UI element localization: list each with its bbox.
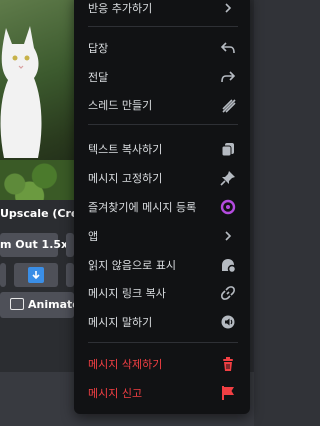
menu-item-label: 메시지 말하기 — [88, 316, 153, 329]
menu-item-label: 반응 추가하기 — [88, 2, 153, 15]
menu-item-reply[interactable]: 답장 — [82, 34, 242, 62]
menu-item-copy-text[interactable]: 텍스트 복사하기 — [82, 135, 242, 163]
menu-item-label: 메시지 삭제하기 — [88, 358, 163, 371]
menu-item-label: 스레드 만들기 — [88, 99, 153, 112]
menu-item-report-message[interactable]: 메시지 신고 — [82, 379, 242, 407]
copy-icon — [220, 141, 236, 157]
menu-item-label: 답장 — [88, 42, 109, 55]
menu-item-label: 메시지 링크 복사 — [88, 287, 166, 300]
menu-item-mark-unread[interactable]: 읽지 않음으로 표시 — [82, 251, 242, 279]
menu-item-bookmark[interactable]: 즐겨찾기에 메시지 등록 — [82, 193, 242, 221]
chevron-right-icon — [220, 0, 236, 16]
speaker-icon — [220, 314, 236, 330]
cat-figure — [0, 26, 42, 158]
chevron-right-icon — [220, 228, 236, 244]
animate-button[interactable]: Animate ( — [0, 292, 89, 318]
cat-image[interactable] — [0, 0, 74, 200]
menu-item-apps[interactable]: 앱 — [82, 222, 242, 250]
menu-separator — [88, 26, 238, 27]
menu-item-label: 전달 — [88, 71, 109, 84]
bookmark-icon — [220, 199, 236, 215]
menu-item-label: 읽지 않음으로 표시 — [88, 259, 176, 272]
arrow-down-button[interactable] — [14, 263, 58, 287]
menu-item-label: 즐겨찾기에 메시지 등록 — [88, 201, 197, 214]
forward-icon — [220, 69, 236, 85]
button-edge[interactable] — [66, 233, 74, 257]
menu-item-forward[interactable]: 전달 — [82, 63, 242, 91]
film-icon — [10, 298, 24, 310]
menu-separator — [88, 124, 238, 125]
menu-item-label: 텍스트 복사하기 — [88, 143, 163, 156]
button-edge-left[interactable] — [0, 263, 6, 287]
arrow-down-icon — [28, 267, 44, 283]
unread-icon — [220, 257, 236, 273]
menu-item-create-thread[interactable]: 스레드 만들기 — [82, 91, 242, 119]
thread-icon — [220, 97, 236, 113]
menu-item-copy-link[interactable]: 메시지 링크 복사 — [82, 279, 242, 307]
menu-item-pin-message[interactable]: 메시지 고정하기 — [82, 164, 242, 192]
zoom-out-label: m Out 1.5x — [0, 238, 69, 251]
message-context-menu: 반응 추가하기 답장 전달 스레드 만들기 텍스트 복사하기 메시지 고정하기 — [74, 0, 250, 414]
trash-icon — [220, 356, 236, 372]
menu-item-add-reaction[interactable]: 반응 추가하기 — [82, 0, 242, 22]
menu-item-label: 메시지 고정하기 — [88, 172, 163, 185]
reply-icon — [220, 40, 236, 56]
button-edge[interactable] — [66, 263, 74, 287]
flag-icon — [220, 385, 236, 401]
menu-item-label: 메시지 신고 — [88, 387, 143, 400]
menu-item-speak-message[interactable]: 메시지 말하기 — [82, 308, 242, 336]
moss-ground — [0, 160, 74, 200]
menu-item-delete-message[interactable]: 메시지 삭제하기 — [82, 350, 242, 378]
link-icon — [220, 285, 236, 301]
menu-separator — [88, 342, 238, 343]
pin-icon — [220, 170, 236, 186]
menu-item-label: 앱 — [88, 230, 99, 243]
